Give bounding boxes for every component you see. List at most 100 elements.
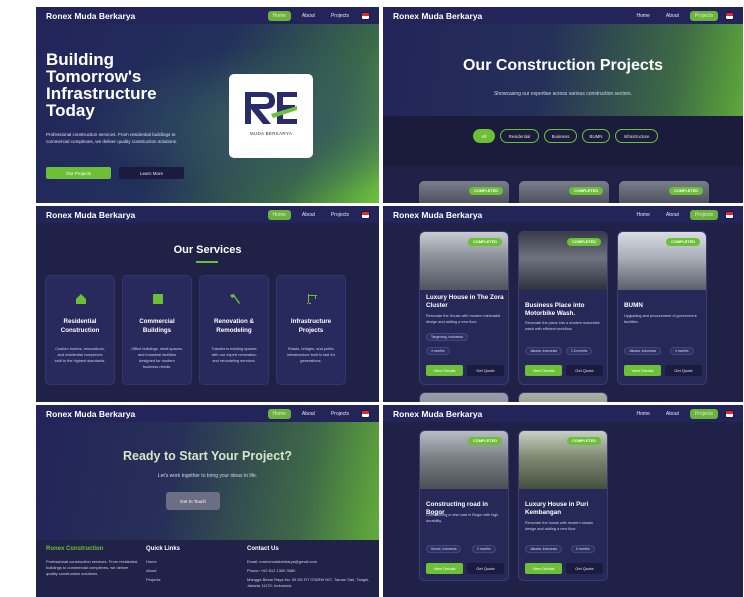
filter-all[interactable]: All [473, 129, 495, 143]
location-tag: Sentul, Indonesia [426, 545, 462, 553]
project-title: Business Place into Motorbike Wash. [525, 302, 585, 317]
navbar: Ronex Muda Berkarya Home About Projects [383, 405, 743, 422]
indonesia-flag-icon[interactable] [726, 410, 733, 417]
nav-home[interactable]: Home [632, 11, 655, 21]
company-logo-card: MUDA BERKARYA [229, 74, 313, 158]
footer-link-home[interactable]: Home [146, 559, 206, 564]
filter-infrastructure[interactable]: Infrastructure [615, 129, 658, 143]
nav-projects[interactable]: Projects [326, 409, 354, 419]
completed-badge: COMPLETED [569, 187, 603, 195]
brand-logo-text[interactable]: Ronex Muda Berkarya [46, 210, 268, 220]
completed-badge: COMPLETED [468, 437, 502, 445]
service-name: Renovation & Remodeling [214, 318, 254, 334]
project-preview[interactable]: COMPLETED [419, 181, 509, 203]
indonesia-flag-icon[interactable] [726, 211, 733, 218]
footer-email[interactable]: Email: ronexmudaberkarya@gmail.com [247, 559, 373, 564]
nav-home[interactable]: Home [267, 408, 291, 419]
view-details-button[interactable]: View Details [525, 365, 562, 376]
project-card-bogor-road[interactable]: COMPLETED Constructing road in Bogor Con… [419, 430, 509, 581]
project-card-puri-kembangan[interactable]: COMPLETED Luxury House in Puri Kembangan… [518, 430, 608, 581]
brand-logo-text[interactable]: Ronex Muda Berkarya [46, 11, 268, 21]
project-desc: Renovate the place into a modern motorbi… [525, 321, 600, 331]
view-details-button[interactable]: View Details [426, 365, 463, 376]
filter-business[interactable]: Business [544, 129, 577, 143]
service-card-infrastructure[interactable]: Infrastructure Projects Roads, bridges, … [276, 275, 346, 385]
footer-about: Ronex Construction Professional construc… [46, 546, 138, 577]
nav-projects[interactable]: Projects [326, 11, 354, 21]
footer-phone[interactable]: Phone: +62 812 1300 3080 [247, 568, 373, 573]
service-name: Infrastructure Projects [290, 318, 332, 334]
learn-more-button[interactable]: Learn More [119, 167, 184, 179]
project-desc: Constructing a new road in Bogor with hi… [426, 513, 499, 523]
indonesia-flag-icon[interactable] [726, 12, 733, 19]
completed-badge: COMPLETED [469, 187, 503, 195]
get-quote-button[interactable]: Get Quote [566, 365, 603, 376]
service-desc: Office buildings, retail spaces, and ind… [131, 346, 183, 369]
nav-projects[interactable]: Projects [689, 408, 718, 419]
our-projects-button[interactable]: Our Projects [46, 167, 111, 179]
nav-projects[interactable]: Projects [689, 10, 718, 21]
nav-about[interactable]: About [297, 409, 320, 419]
project-preview[interactable]: COMPLETED [519, 181, 609, 203]
cta-subtitle: Let's work together to bring your ideas … [157, 473, 258, 479]
projects-subtitle: Showcasing our expertise across various … [493, 91, 633, 97]
nav-about[interactable]: About [297, 210, 320, 220]
footer-link-projects[interactable]: Projects [146, 577, 206, 582]
indonesia-flag-icon[interactable] [362, 12, 369, 19]
re-logo-icon [245, 92, 297, 124]
nav-home[interactable]: Home [267, 209, 291, 220]
location-tag: Tangerang, Indonesia [426, 333, 468, 341]
nav-about[interactable]: About [297, 11, 320, 21]
project-card-partial[interactable] [419, 392, 509, 402]
title-underline [196, 261, 218, 263]
brand-logo-text[interactable]: Ronex Muda Berkarya [46, 409, 268, 419]
project-card-zora[interactable]: COMPLETED Luxury House in The Zora Clust… [419, 231, 509, 385]
hammer-icon [229, 293, 241, 305]
project-preview[interactable]: COMPLETED [619, 181, 709, 203]
service-name: Residential Construction [60, 318, 100, 334]
project-card-motorbike[interactable]: COMPLETED Business Place into Motorbike … [518, 231, 608, 385]
brand-logo-text[interactable]: Ronex Muda Berkarya [393, 210, 632, 220]
nav-home[interactable]: Home [632, 210, 655, 220]
brand-logo-text[interactable]: Ronex Muda Berkarya [393, 409, 632, 419]
service-card-renovation[interactable]: Renovation & Remodeling Transform existi… [199, 275, 269, 385]
project-card-partial[interactable] [518, 392, 608, 402]
view-details-button[interactable]: View Details [525, 563, 562, 574]
nav-about[interactable]: About [661, 11, 684, 21]
project-photo [420, 393, 508, 402]
indonesia-flag-icon[interactable] [362, 211, 369, 218]
service-card-residential[interactable]: Residential Construction Custom homes, r… [45, 275, 115, 385]
navbar: Ronex Muda Berkarya Home About Projects [383, 206, 743, 223]
get-quote-button[interactable]: Get Quote [467, 563, 504, 574]
service-card-commercial[interactable]: Commercial Buildings Office buildings, r… [122, 275, 192, 385]
navbar: Ronex Muda Berkarya Home About Projects [36, 206, 379, 223]
indonesia-flag-icon[interactable] [362, 410, 369, 417]
project-title: Luxury House in Puri Kembangan [525, 501, 589, 516]
completed-badge: COMPLETED [669, 187, 703, 195]
nav-about[interactable]: About [661, 409, 684, 419]
navbar: Ronex Muda Berkarya Home About Projects [36, 7, 379, 24]
get-in-touch-button[interactable]: Get In Touch [166, 492, 220, 510]
footer-brand: Ronex Construction [46, 546, 104, 552]
project-photo [519, 393, 607, 402]
nav-home[interactable]: Home [267, 10, 291, 21]
get-quote-button[interactable]: Get Quote [467, 365, 504, 376]
filter-residential[interactable]: Residential [500, 129, 539, 143]
get-quote-button[interactable]: Get Quote [566, 563, 603, 574]
brand-logo-text[interactable]: Ronex Muda Berkarya [393, 11, 632, 21]
nav-projects[interactable]: Projects [326, 210, 354, 220]
nav-about[interactable]: About [661, 210, 684, 220]
filter-bumn[interactable]: BUMN [582, 129, 610, 143]
footer-contact-title: Contact Us [247, 546, 279, 552]
project-card-bumn[interactable]: COMPLETED BUMN Upgrading and procurement… [617, 231, 707, 385]
building-icon [152, 293, 164, 305]
footer-link-about[interactable]: About [146, 568, 206, 573]
view-details-button[interactable]: View Details [624, 365, 661, 376]
location-tag: Jakarta, Indonesia [525, 545, 562, 553]
get-quote-button[interactable]: Get Quote [665, 365, 702, 376]
nav-projects[interactable]: Projects [689, 209, 718, 220]
nav-home[interactable]: Home [632, 409, 655, 419]
view-details-button[interactable]: View Details [426, 563, 463, 574]
duration-tag: 6 months [571, 545, 595, 553]
footer-links-title: Quick Links [146, 546, 181, 552]
